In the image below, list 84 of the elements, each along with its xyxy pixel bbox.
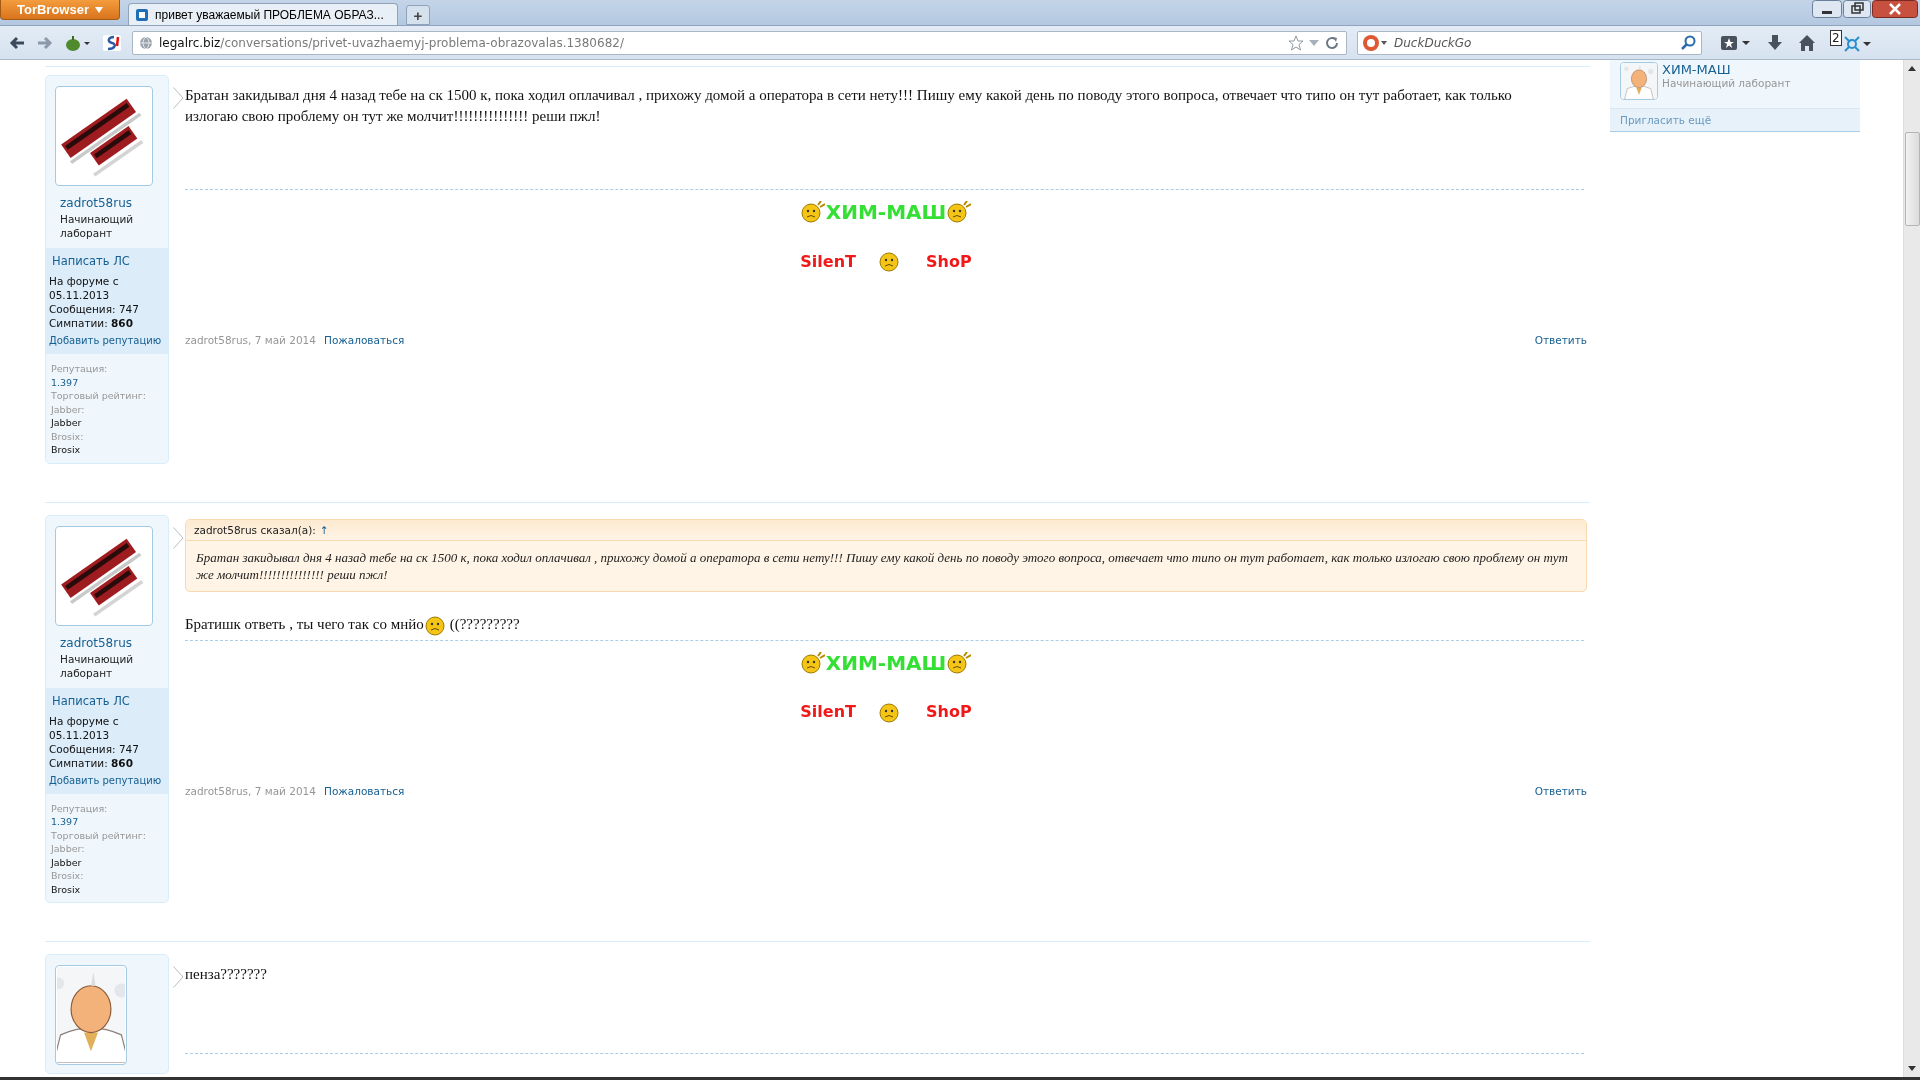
likes-count: Симпатии: 860 bbox=[49, 755, 134, 770]
field-label: Brosix: bbox=[51, 869, 85, 883]
reputation-link[interactable]: 1.397 bbox=[51, 815, 163, 829]
script-icon[interactable] bbox=[102, 33, 122, 52]
bookmarks-icon[interactable] bbox=[1720, 33, 1752, 52]
address-field[interactable]: legalrc.biz/conversations/privet-uvazhaemyj-problema-obrazovalas.1380682/ bbox=[132, 30, 1347, 55]
field-label: Jabber: bbox=[51, 402, 86, 416]
minimize-icon[interactable] bbox=[1812, 0, 1842, 18]
join-date-label: На форуме с bbox=[49, 713, 120, 728]
likes-count: Симпатии: 860 bbox=[49, 316, 134, 330]
signature-title: ХИМ-МАШ bbox=[825, 650, 947, 675]
scroll-up-icon[interactable] bbox=[1907, 64, 1917, 72]
message-text: Братишк ответь , ты чего так со мнйо bbox=[185, 615, 424, 634]
smiley-icon bbox=[800, 651, 825, 674]
join-date: 05.11.2013 bbox=[49, 727, 111, 742]
field-label: Brosix: bbox=[51, 429, 85, 443]
message-text: пенза??????? bbox=[185, 965, 267, 984]
signature-text: SilenT bbox=[800, 702, 856, 721]
new-tab-button[interactable]: + bbox=[406, 5, 430, 25]
search-icon[interactable] bbox=[1681, 34, 1697, 51]
search-field[interactable]: DuckDuckGo bbox=[1357, 30, 1702, 55]
url-text: legalrc.biz/conversations/privet-uvazhaemyj-problema-obrazovalas.1380682/ bbox=[159, 35, 625, 50]
download-icon[interactable] bbox=[1766, 33, 1784, 52]
username-link[interactable]: zadrot58rus bbox=[55, 635, 159, 650]
report-link[interactable]: Пожаловаться bbox=[324, 784, 405, 797]
private-message-link[interactable]: Написать ЛС bbox=[49, 254, 165, 268]
reputation-link[interactable]: 1.397 bbox=[51, 375, 163, 389]
field-label: Репутация: bbox=[51, 801, 109, 815]
reply-link[interactable]: Ответить bbox=[1534, 784, 1587, 797]
field-value: Jabber bbox=[51, 416, 83, 430]
search-input[interactable]: DuckDuckGo bbox=[1392, 34, 1677, 51]
add-reputation-link[interactable]: Добавить репутацию bbox=[49, 334, 165, 348]
speech-pointer-icon bbox=[173, 526, 184, 549]
browser-tab[interactable]: привет уважаемый ПРОБЛЕМА ОБРАЗ... bbox=[128, 3, 398, 25]
participant-rank: Начинающий лаборант bbox=[1662, 77, 1791, 89]
message-count: Сообщения: 747 bbox=[49, 302, 140, 316]
restore-icon[interactable] bbox=[1843, 0, 1871, 18]
message-text: Братан закидывал дня 4 назад тебе на ск 1500 к, пока ходил оплачивал , прихожу домой а оператора в сети нету!!! Пишу ему какой день по поводу этого вопроса, отвечает что типо он тут работает, как только излогаю свою проблему он тут же молчит!!!!!!!!!!!!!!! реши пжл! bbox=[185, 86, 1513, 126]
signature-text: ShoP bbox=[926, 702, 972, 721]
quote-text: Братан закидывал дня 4 назад тебе на ск 1500 к, пока ходил оплачивал , прихожу домой а оператора в сети нету!!! Пишу ему какой день по поводу этого вопроса, отвечает что типо он тут работает, как только излогаю свою проблему он тут же молчит!!!!!!!!!!!!!!! реши пжл! bbox=[195, 548, 1569, 584]
smiley-icon bbox=[947, 201, 972, 223]
user-rank: Начинающий лаборант bbox=[59, 651, 135, 680]
participant-link[interactable]: ХИМ-МАШ bbox=[1662, 62, 1791, 77]
message-count: Сообщения: 747 bbox=[49, 741, 140, 756]
field-label: Торговый рейтинг: bbox=[51, 389, 147, 403]
scrollbar[interactable] bbox=[1903, 60, 1920, 1077]
jump-link[interactable]: ↑ bbox=[319, 523, 329, 536]
message-text: ((????????? bbox=[449, 615, 520, 634]
scroll-down-icon[interactable] bbox=[1907, 1065, 1917, 1073]
signature-title: ХИМ-МАШ bbox=[825, 200, 947, 224]
post-byline: zadrot58rus, 7 май 2014 bbox=[185, 334, 316, 346]
onion-icon[interactable] bbox=[64, 33, 92, 52]
reply-link[interactable]: Ответить bbox=[1534, 334, 1587, 346]
field-label: Jabber: bbox=[51, 842, 86, 856]
quote-author: zadrot58rus сказал(а): bbox=[194, 523, 316, 536]
join-date-label: На форуме с bbox=[49, 274, 120, 288]
post-byline: zadrot58rus, 7 май 2014 bbox=[185, 784, 316, 797]
signature-text: SilenT bbox=[800, 251, 856, 271]
reload-icon[interactable] bbox=[1324, 34, 1340, 51]
smiley-icon bbox=[800, 201, 825, 223]
speech-pointer-icon bbox=[173, 966, 184, 988]
field-value: Brosix bbox=[51, 443, 82, 457]
field-value: Jabber bbox=[51, 855, 83, 869]
field-label: Торговый рейтинг: bbox=[51, 828, 147, 842]
join-date: 05.11.2013 bbox=[49, 288, 111, 302]
globe-icon bbox=[139, 35, 153, 50]
page-icon bbox=[135, 7, 149, 22]
caret-icon bbox=[95, 6, 103, 13]
report-link[interactable]: Пожаловаться bbox=[324, 334, 405, 346]
field-value: Brosix bbox=[51, 882, 82, 896]
close-icon[interactable] bbox=[1872, 0, 1918, 18]
counter-badge: 2 bbox=[1830, 29, 1842, 46]
network-icon[interactable] bbox=[1841, 33, 1872, 52]
add-reputation-link[interactable]: Добавить репутацию bbox=[49, 773, 165, 788]
field-label: Репутация: bbox=[51, 362, 109, 376]
home-icon[interactable] bbox=[1798, 33, 1816, 52]
private-message-link[interactable]: Написать ЛС bbox=[49, 693, 165, 708]
star-icon[interactable] bbox=[1288, 34, 1304, 51]
signature-text: ShoP bbox=[926, 251, 972, 271]
username-link[interactable]: zadrot58rus bbox=[55, 196, 159, 210]
smiley-icon bbox=[947, 651, 972, 674]
user-rank: Начинающий лаборант bbox=[59, 212, 135, 240]
speech-pointer-icon bbox=[173, 87, 184, 109]
scroll-thumb[interactable] bbox=[1904, 132, 1920, 226]
